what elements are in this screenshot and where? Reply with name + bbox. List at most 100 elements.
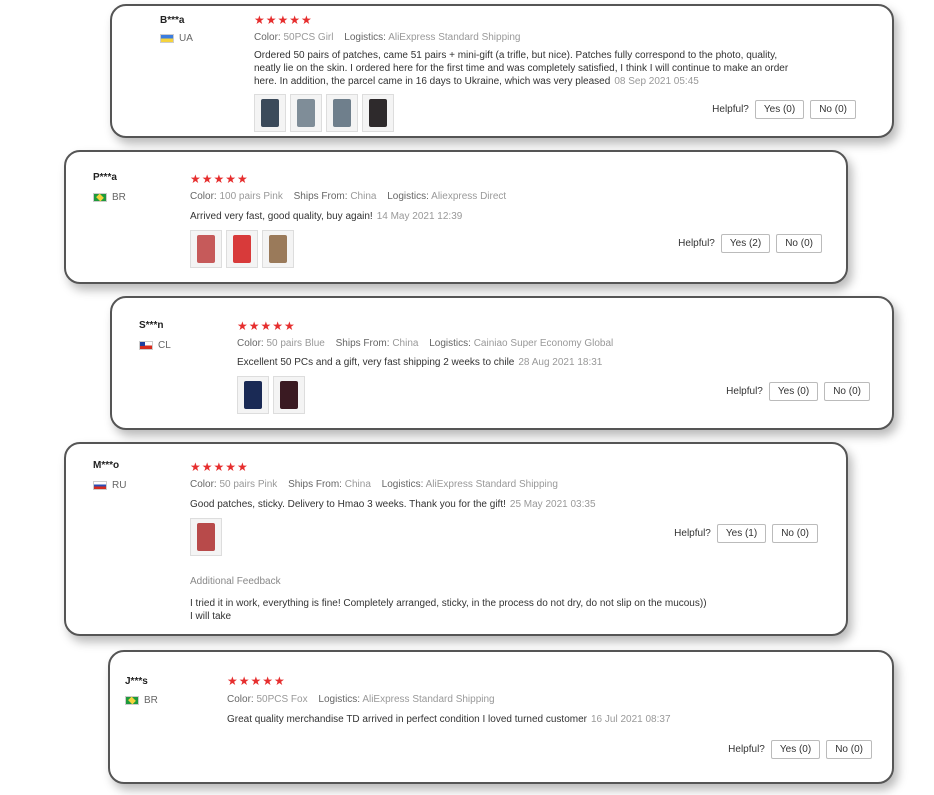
helpful-no-button[interactable]: No (0): [776, 234, 822, 253]
review-photo[interactable]: [326, 94, 358, 132]
reviewer-name: S***n: [139, 320, 164, 331]
additional-feedback-title: Additional Feedback: [190, 576, 281, 587]
meta-value: China: [344, 479, 371, 490]
ukraine-flag-icon: [160, 34, 174, 43]
review-body: Arrived very fast, good quality, buy aga…: [190, 211, 373, 222]
review-photo[interactable]: [226, 230, 258, 268]
meta-label: Logistics:: [318, 694, 361, 705]
reviewer-country: BR: [93, 192, 126, 203]
reviewer-country: RU: [93, 480, 126, 491]
star-rating: ★★★★★: [190, 460, 249, 474]
review-card: M***o RU ★★★★★ Color: 50 pairs Pink Ship…: [64, 442, 848, 636]
review-card: S***n CL ★★★★★ Color: 50 pairs Blue Ship…: [110, 296, 894, 430]
helpful-no-button[interactable]: No (0): [824, 382, 870, 401]
chile-flag-icon: [139, 341, 153, 350]
order-info: Color: 50 pairs Blue Ships From: China L…: [237, 338, 613, 349]
review-body: Ordered 50 pairs of patches, came 51 pai…: [254, 50, 789, 87]
review-card: P***a BR ★★★★★ Color: 100 pairs Pink Shi…: [64, 150, 848, 284]
helpful-votes: Helpful? Yes (0) No (0): [712, 100, 856, 119]
review-photo[interactable]: [190, 518, 222, 556]
meta-label: Color:: [190, 479, 217, 490]
review-photo[interactable]: [190, 230, 222, 268]
meta-label: Ships From:: [293, 191, 348, 202]
reviewer-name: M***o: [93, 460, 120, 471]
meta-label: Logistics:: [387, 191, 429, 202]
helpful-label: Helpful?: [728, 744, 765, 755]
reviewer-name: J***s: [125, 676, 148, 687]
additional-feedback-text: I tried it in work, everything is fine! …: [190, 598, 707, 622]
meta-value: China: [392, 338, 419, 349]
helpful-no-button[interactable]: No (0): [826, 740, 872, 759]
review-photos: [190, 518, 222, 556]
helpful-label: Helpful?: [712, 104, 749, 115]
order-info: Color: 50PCS Fox Logistics: AliExpress S…: [227, 694, 495, 705]
helpful-yes-button[interactable]: Yes (0): [770, 740, 821, 759]
review-text: Great quality merchandise TD arrived in …: [227, 713, 787, 726]
reviewer-country: UA: [160, 33, 193, 44]
helpful-yes-button[interactable]: Yes (0): [754, 100, 805, 119]
review-photos: [237, 376, 305, 414]
helpful-votes: Helpful? Yes (1) No (0): [674, 524, 818, 543]
helpful-votes: Helpful? Yes (2) No (0): [678, 234, 822, 253]
meta-label: Logistics:: [381, 479, 424, 490]
review-body: Excellent 50 PCs and a gift, very fast s…: [237, 357, 515, 368]
meta-label: Color:: [254, 32, 281, 43]
review-photo[interactable]: [262, 230, 294, 268]
order-info: Color: 50PCS Girl Logistics: AliExpress …: [254, 32, 521, 43]
meta-value: 100 pairs Pink: [219, 191, 283, 202]
meta-label: Ships From:: [288, 479, 342, 490]
meta-label: Ships From:: [335, 338, 390, 349]
review-photo[interactable]: [273, 376, 305, 414]
reviewer-country: BR: [125, 695, 158, 706]
star-rating: ★★★★★: [190, 172, 249, 186]
meta-label: Logistics:: [344, 32, 386, 43]
country-code: CL: [158, 340, 171, 351]
meta-label: Color:: [227, 694, 254, 705]
country-code: BR: [112, 192, 126, 203]
helpful-label: Helpful?: [678, 238, 715, 249]
brazil-flag-icon: [93, 193, 107, 202]
order-info: Color: 50 pairs Pink Ships From: China L…: [190, 479, 558, 490]
review-text: Excellent 50 PCs and a gift, very fast s…: [237, 356, 777, 369]
review-date: 28 Aug 2021 18:31: [518, 357, 603, 368]
country-code: UA: [179, 33, 193, 44]
helpful-no-button[interactable]: No (0): [772, 524, 818, 543]
review-text: Arrived very fast, good quality, buy aga…: [190, 210, 730, 223]
star-rating: ★★★★★: [227, 674, 286, 688]
russia-flag-icon: [93, 481, 107, 490]
reviewer-name: B***a: [160, 15, 185, 26]
star-rating: ★★★★★: [254, 13, 313, 27]
meta-value: AliExpress Standard Shipping: [388, 32, 521, 43]
review-text: Ordered 50 pairs of patches, came 51 pai…: [254, 49, 794, 88]
reviewer-name: P***a: [93, 172, 117, 183]
review-photos: [190, 230, 294, 268]
meta-value: AliExpress Standard Shipping: [362, 694, 495, 705]
country-code: RU: [112, 480, 127, 491]
brazil-flag-icon: [125, 696, 139, 705]
helpful-no-button[interactable]: No (0): [810, 100, 856, 119]
review-photo[interactable]: [254, 94, 286, 132]
review-date: 14 May 2021 12:39: [376, 211, 463, 222]
review-photo[interactable]: [237, 376, 269, 414]
meta-label: Logistics:: [429, 338, 471, 349]
helpful-votes: Helpful? Yes (0) No (0): [726, 382, 870, 401]
helpful-label: Helpful?: [674, 528, 711, 539]
order-info: Color: 100 pairs Pink Ships From: China …: [190, 191, 506, 202]
helpful-yes-button[interactable]: Yes (0): [768, 382, 819, 401]
meta-value: Cainiao Super Economy Global: [473, 338, 614, 349]
meta-value: 50 pairs Blue: [266, 338, 325, 349]
helpful-yes-button[interactable]: Yes (2): [720, 234, 771, 253]
helpful-yes-button[interactable]: Yes (1): [716, 524, 767, 543]
meta-value: AliExpress Standard Shipping: [425, 479, 558, 490]
review-date: 08 Sep 2021 05:45: [614, 76, 699, 87]
meta-value: 50PCS Fox: [256, 694, 308, 705]
review-photo[interactable]: [290, 94, 322, 132]
meta-label: Color:: [190, 191, 217, 202]
meta-value: Aliexpress Direct: [431, 191, 507, 202]
review-text: Good patches, sticky. Delivery to Hmao 3…: [190, 498, 730, 511]
review-card: J***s BR ★★★★★ Color: 50PCS Fox Logistic…: [108, 650, 894, 784]
review-photo[interactable]: [362, 94, 394, 132]
meta-label: Color:: [237, 338, 264, 349]
meta-value: China: [350, 191, 377, 202]
review-card: B***a UA ★★★★★ Color: 50PCS Girl Logisti…: [110, 4, 894, 138]
